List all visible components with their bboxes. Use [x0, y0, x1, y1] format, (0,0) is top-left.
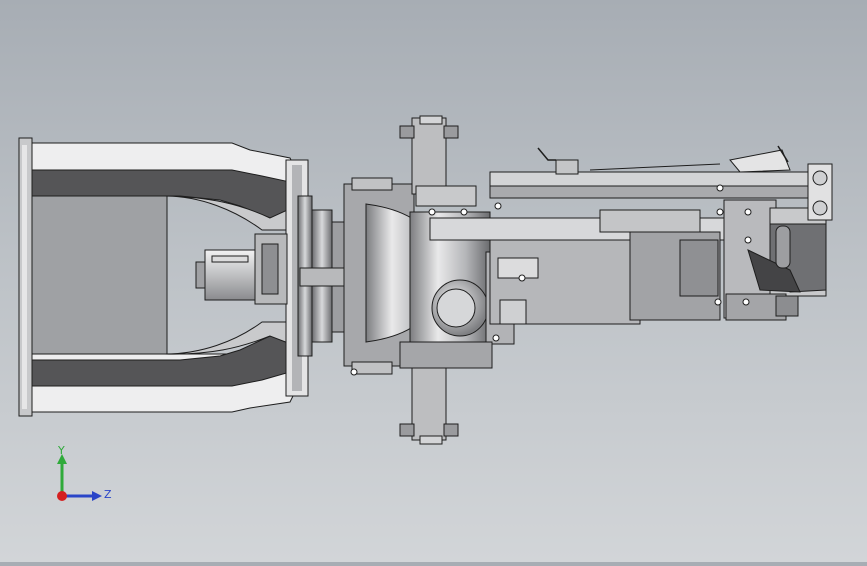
- upper-link: [489, 145, 831, 199]
- coordinate-triad: Y Z: [40, 436, 120, 516]
- z-axis-label: Z: [104, 488, 112, 501]
- cad-viewport[interactable]: [0, 0, 867, 562]
- small-actuator: [195, 233, 288, 305]
- robot-gripper-model[interactable]: [0, 0, 867, 562]
- y-axis-label: Y: [57, 444, 65, 457]
- coupling-disc: [297, 195, 345, 357]
- z-axis-arrow-icon: [92, 491, 102, 501]
- x-axis-dot-icon: [57, 491, 67, 501]
- flange-bottom: [399, 341, 493, 445]
